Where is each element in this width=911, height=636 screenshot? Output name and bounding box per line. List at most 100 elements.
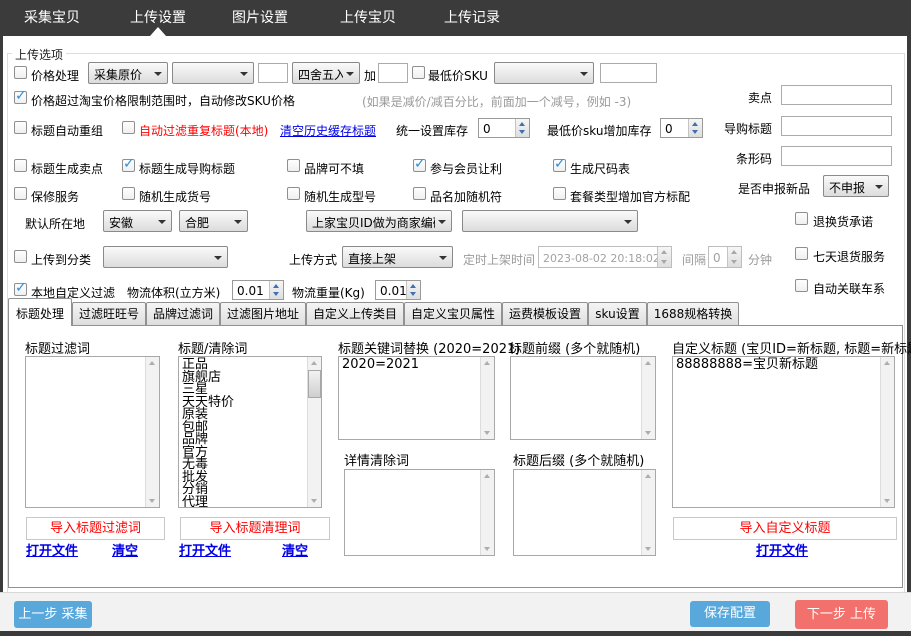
title-recombine-checkbox[interactable] (14, 121, 27, 134)
price-process-checkbox[interactable] (14, 66, 27, 79)
scroll-up-icon[interactable] (149, 361, 155, 365)
scrollbar[interactable] (480, 357, 494, 439)
scroll-down-icon[interactable] (149, 499, 155, 503)
brand-optional-checkbox[interactable] (287, 159, 300, 172)
size-chart-checkbox[interactable] (553, 159, 566, 172)
name-random-char-checkbox[interactable] (413, 187, 426, 200)
random-model-checkbox[interactable] (287, 187, 300, 200)
scrollbar[interactable] (641, 470, 655, 555)
declare-new-dropdown[interactable]: 不申报 (823, 175, 889, 197)
scroll-up-icon[interactable] (484, 361, 490, 365)
title-suffix-textarea[interactable] (514, 470, 643, 555)
price-adjust-input[interactable] (258, 63, 288, 83)
upload-method-dropdown[interactable]: 直接上架 (342, 246, 453, 268)
spinner-down-icon[interactable] (692, 130, 698, 134)
spinner-up-icon[interactable] (519, 122, 525, 126)
scroll-down-icon[interactable] (311, 499, 317, 503)
open-file-link[interactable]: 打开文件 (179, 540, 231, 559)
filter-dup-title-checkbox[interactable] (122, 121, 135, 134)
gen-guide-title-checkbox[interactable] (122, 159, 135, 172)
tab-title-processing[interactable]: 标题处理 (8, 298, 72, 326)
spinner-down-icon[interactable] (519, 130, 525, 134)
sellpoint-input[interactable] (781, 85, 892, 105)
scroll-up-icon[interactable] (484, 474, 490, 478)
price-add-input[interactable] (378, 63, 408, 83)
spinner-buttons[interactable] (688, 119, 702, 137)
scrollbar[interactable] (480, 470, 494, 555)
scroll-up-icon[interactable] (311, 361, 317, 365)
title-prefix-textarea[interactable] (511, 357, 643, 439)
spinner-buttons[interactable] (515, 119, 529, 137)
tab-1688-spec[interactable]: 1688规格转换 (647, 302, 739, 326)
spinner-buttons[interactable] (269, 281, 283, 299)
scroll-up-icon[interactable] (645, 361, 651, 365)
custom-title-textarea[interactable]: 88888888=宝贝新标题 (673, 357, 882, 507)
scrollbar[interactable] (145, 357, 159, 507)
schedule-time-spinner[interactable]: 2023-08-02 20:18:02 (538, 246, 672, 268)
min-sku-stock-spinner[interactable]: 0 (660, 118, 703, 138)
spinner-down-icon[interactable] (731, 260, 737, 264)
nav-tab-image-settings[interactable]: 图片设置 (208, 0, 312, 36)
scrollbar[interactable] (880, 357, 894, 507)
nav-tab-upload-records[interactable]: 上传记录 (420, 0, 524, 36)
spinner-buttons[interactable] (727, 247, 741, 267)
price-adjust-dropdown[interactable] (172, 62, 254, 84)
scroll-down-icon[interactable] (484, 547, 490, 551)
rounding-dropdown[interactable]: 四舍五入 (292, 62, 360, 84)
scroll-up-icon[interactable] (884, 361, 890, 365)
spinner-up-icon[interactable] (661, 250, 667, 254)
spinner-up-icon[interactable] (692, 122, 698, 126)
scroll-down-icon[interactable] (484, 431, 490, 435)
tab-custom-category[interactable]: 自定义上传类目 (306, 302, 404, 326)
import-title-filter-button[interactable]: 导入标题过滤词 (26, 517, 165, 540)
barcode-input[interactable] (781, 146, 892, 166)
tab-custom-attributes[interactable]: 自定义宝贝属性 (404, 302, 502, 326)
province-dropdown[interactable]: 安徽 (103, 210, 172, 232)
next-step-upload-button[interactable]: 下一步 上传 (795, 600, 888, 629)
upload-category-checkbox[interactable] (14, 250, 27, 263)
min-sku-checkbox[interactable] (412, 66, 425, 79)
open-file-link[interactable]: 打开文件 (756, 540, 808, 559)
import-title-clean-button[interactable]: 导入标题清理词 (180, 517, 330, 540)
min-sku-input[interactable] (600, 63, 657, 83)
auto-link-car-checkbox[interactable] (795, 279, 808, 292)
price-mode-dropdown[interactable]: 采集原价 (88, 62, 168, 84)
category-dropdown[interactable] (103, 246, 228, 268)
gen-sellpoint-checkbox[interactable] (14, 159, 27, 172)
spinner-down-icon[interactable] (410, 292, 416, 296)
spinner-buttons[interactable] (406, 281, 420, 299)
scroll-down-icon[interactable] (645, 547, 651, 551)
warranty-checkbox[interactable] (14, 187, 27, 200)
unified-stock-spinner[interactable]: 0 (478, 118, 530, 138)
logistics-weight-spinner[interactable]: 0.01 (375, 280, 421, 300)
return-promise-checkbox[interactable] (795, 212, 808, 225)
clear-link[interactable]: 清空 (112, 540, 138, 559)
combo-official-checkbox[interactable] (553, 187, 566, 200)
keyword-replace-textarea[interactable]: 2020=2021 (339, 357, 482, 439)
interval-spinner[interactable]: 0 (708, 246, 742, 268)
merchant-code-dropdown[interactable]: 上家宝贝ID做为商家编码 (306, 210, 452, 232)
scrollbar[interactable] (307, 357, 321, 507)
guide-title-input[interactable] (781, 116, 892, 136)
min-sku-dropdown[interactable] (494, 62, 594, 84)
tab-filter-image-url[interactable]: 过滤图片地址 (220, 302, 306, 326)
open-file-link[interactable]: 打开文件 (26, 540, 78, 559)
title-clean-textarea[interactable]: 正品 旗舰店 三星 天天特价 原装 包邮 品牌 官方 无毒 批发 分销 代理 (179, 357, 309, 507)
scroll-down-icon[interactable] (645, 431, 651, 435)
save-config-button[interactable]: 保存配置 (690, 601, 770, 627)
random-item-no-checkbox[interactable] (122, 187, 135, 200)
tab-shipping-template[interactable]: 运费模板设置 (502, 302, 588, 326)
spinner-down-icon[interactable] (661, 260, 667, 264)
spinner-up-icon[interactable] (410, 284, 416, 288)
tab-filter-wangwang[interactable]: 过滤旺旺号 (72, 302, 146, 326)
scrollbar[interactable] (641, 357, 655, 439)
logistics-volume-spinner[interactable]: 0.01 (232, 280, 284, 300)
member-discount-checkbox[interactable] (413, 159, 426, 172)
clear-link[interactable]: 清空 (282, 540, 308, 559)
tab-brand-filter[interactable]: 品牌过滤词 (146, 302, 220, 326)
detail-clean-textarea[interactable] (345, 470, 482, 555)
import-custom-title-button[interactable]: 导入自定义标题 (673, 517, 897, 540)
prev-step-button[interactable]: 上一步 采集 (14, 601, 92, 628)
spinner-up-icon[interactable] (731, 250, 737, 254)
scroll-down-icon[interactable] (884, 499, 890, 503)
